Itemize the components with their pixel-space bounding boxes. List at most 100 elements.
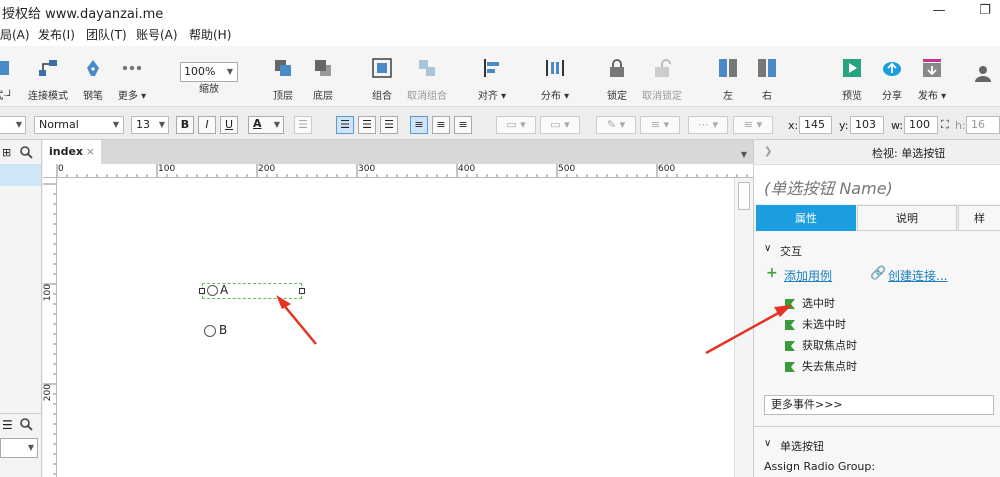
chevron-down-icon[interactable]: ∨ (764, 438, 771, 449)
align-right-button[interactable]: ☰ (380, 116, 398, 134)
italic-button[interactable]: I (198, 116, 216, 134)
lock-icon (610, 59, 624, 77)
arrow-style-button[interactable]: ≡ ▾ (733, 116, 773, 134)
name-field[interactable]: (单选按钮 Name) (754, 164, 1000, 204)
font-size-select[interactable]: 13 ▼ (131, 116, 169, 134)
fill-color-button[interactable]: ▭ ▾ (496, 116, 536, 134)
link-icon[interactable]: 🔗 (870, 266, 886, 281)
lock-ratio-icon[interactable]: ⛶ (941, 118, 949, 132)
design-canvas[interactable]: A B (57, 178, 734, 477)
plus-icon[interactable]: + (766, 265, 778, 281)
chevron-down-icon: ▼ (27, 443, 34, 452)
align-button[interactable]: 对齐 ▾ (465, 58, 519, 102)
tab-properties[interactable]: 属性 (756, 205, 856, 231)
bullet-button[interactable]: ☰ (294, 116, 312, 134)
distribute-button[interactable]: 分布 ▾ (528, 58, 582, 102)
publish-button[interactable]: 发布 ▾ (905, 58, 959, 102)
ruler-label: 500 (558, 164, 576, 174)
assign-group-label: Assign Radio Group: (764, 460, 876, 473)
line-width-button[interactable]: ≡ ▾ (640, 116, 680, 134)
horizontal-ruler: 0 100 200 300 400 500 600 (43, 164, 753, 178)
font-style-select[interactable]: Normal ▼ (34, 116, 124, 134)
chevron-down-icon: ▼ (15, 120, 22, 129)
send-back-button[interactable]: 底层 (296, 58, 350, 102)
close-icon[interactable]: × (86, 140, 95, 164)
unlock-icon (655, 59, 671, 77)
connect-mode-icon (39, 60, 57, 76)
w-label: w: (891, 119, 904, 132)
create-link[interactable]: 创建连接... (888, 267, 947, 284)
style-select[interactable]: ▼ (0, 116, 26, 134)
unlock-button[interactable]: 取消锁定 (635, 58, 689, 102)
main-toolbar: 式·┘ 连接模式 钢笔 更多 ▾ 100% ▼ 缩放 顶层 底层 组合 取消组合… (0, 46, 1000, 106)
distribute-icon (546, 60, 564, 76)
tab-style[interactable]: 样 (958, 205, 1000, 231)
ungroup-button[interactable]: 取消组合 (400, 58, 454, 102)
line-color-button[interactable]: ✎ ▾ (596, 116, 636, 134)
ruler-label: 0 (58, 164, 64, 174)
ruler-ticks (43, 183, 56, 475)
shadow-button[interactable]: ▭ ▾ (540, 116, 580, 134)
h-input[interactable]: 16 (966, 116, 1000, 134)
document-tabs: index × ▼ (43, 140, 753, 164)
library-select[interactable]: ▼ (0, 438, 38, 458)
zoom-label-box: 缩放 (199, 84, 219, 95)
restore-icon[interactable]: ❐ (970, 0, 1000, 22)
chevron-down-icon[interactable]: ∨ (764, 243, 771, 254)
menu-publish[interactable]: 发布(I) (38, 26, 75, 43)
share-icon (883, 62, 901, 76)
x-input[interactable]: 145 (799, 116, 832, 134)
ruler-label: 600 (658, 164, 676, 174)
x-label: x: (788, 119, 799, 132)
zoom-select[interactable]: 100% ▼ (180, 62, 238, 82)
style-icon (0, 61, 9, 75)
valign-bottom-button[interactable]: ≡ (454, 116, 472, 134)
tab-index[interactable]: index × (43, 140, 101, 164)
title-bar: 授权给 www.dayanzai.me — ❐ (0, 0, 1000, 22)
chevron-down-icon: ▼ (273, 120, 280, 129)
bold-button[interactable]: B (176, 116, 194, 134)
window-title: 授权给 www.dayanzai.me (2, 7, 164, 22)
chevron-down-icon: ▼ (158, 120, 165, 129)
search-icon[interactable] (20, 146, 33, 159)
w-input[interactable]: 100 (904, 116, 938, 134)
section-interaction: 交互 (780, 245, 802, 258)
page-list-item-selected[interactable] (0, 164, 41, 186)
menu-icon[interactable]: ☰ (2, 418, 13, 432)
more-button[interactable]: 更多 ▾ (105, 58, 159, 102)
menu-account[interactable]: 账号(A) (136, 26, 178, 43)
text-color-button[interactable]: A ▼ (248, 116, 284, 134)
underline-button[interactable]: U (220, 116, 238, 134)
inspector-header: 检视: 单选按钮 (872, 147, 946, 160)
ruler-label: 200 (43, 384, 53, 402)
chevron-down-icon[interactable]: ▼ (741, 147, 747, 160)
ruler-label: 200 (258, 164, 276, 174)
tab-notes[interactable]: 说明 (857, 205, 957, 231)
more-events-select[interactable]: 更多事件>>> (764, 395, 994, 415)
valign-middle-button[interactable]: ≡ (432, 116, 450, 134)
ruler-label: 300 (358, 164, 376, 174)
add-page-icon[interactable]: ⊞ (2, 146, 11, 159)
add-case-link[interactable]: 添加用例 (784, 267, 832, 284)
line-style-button[interactable]: ⋯ ▾ (688, 116, 728, 134)
menu-team[interactable]: 团队(T) (86, 26, 127, 43)
align-left-button[interactable]: ☰ (336, 116, 354, 134)
chevron-left-icon[interactable]: ❯ (764, 146, 772, 157)
menu-bar: 局(A) 发布(I) 团队(T) 账号(A) 帮助(H) (0, 22, 1000, 46)
ruler-label: 100 (43, 284, 53, 302)
minimize-icon[interactable]: — (924, 0, 954, 22)
y-input[interactable]: 103 (850, 116, 884, 134)
event-on-blur[interactable]: 失去焦点时 (784, 358, 857, 378)
search-icon[interactable] (20, 418, 33, 431)
menu-help[interactable]: 帮助(H) (189, 26, 231, 43)
menu-layout[interactable]: 局(A) (0, 26, 30, 43)
right-panel-button[interactable]: 右 (740, 58, 794, 102)
scrollbar-thumb[interactable] (738, 182, 750, 210)
align-center-button[interactable]: ☰ (358, 116, 376, 134)
user-icon[interactable] (974, 64, 992, 82)
format-bar: ▼ Normal ▼ 13 ▼ B I U A ▼ ☰ ☰ ☰ ☰ ≡ ≡ ≡ … (0, 106, 1000, 140)
align-icon (484, 59, 499, 77)
ruler-ticks (56, 164, 748, 177)
valign-top-button[interactable]: ≡ (410, 116, 428, 134)
masters-panel: ☰ ▼ (0, 413, 41, 477)
